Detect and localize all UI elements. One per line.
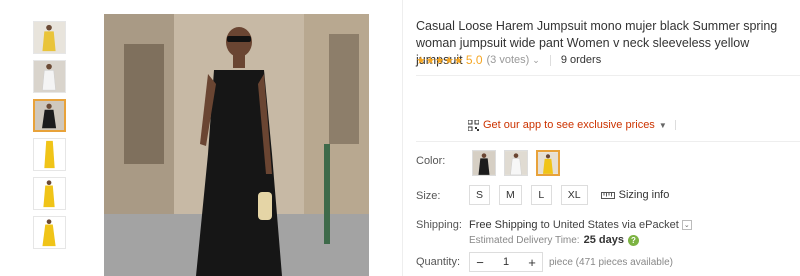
swatch-image: [505, 151, 527, 175]
delivery-time: Estimated Delivery Time: 25 days ?: [469, 234, 639, 246]
shipping-to-text: to: [540, 219, 550, 231]
quantity-stepper: − 1 +: [469, 252, 543, 272]
help-icon[interactable]: ?: [627, 234, 639, 246]
rating-row: ★★★★★ 5.0 (3 votes) ⌄ 9 orders: [416, 53, 601, 67]
divider: [416, 75, 800, 76]
decrease-quantity-button[interactable]: −: [470, 253, 490, 271]
orders-count: 9 orders: [560, 54, 602, 66]
size-option-s[interactable]: S: [469, 185, 491, 205]
panel-divider: [402, 0, 403, 276]
swatch-image: [473, 151, 495, 175]
sizing-info-link[interactable]: Sizing info: [600, 189, 670, 201]
separator: [674, 120, 676, 130]
delivery-days: 25 days: [583, 234, 624, 246]
main-product-image[interactable]: [104, 14, 369, 276]
size-options: S M L XL Sizing info: [469, 185, 669, 205]
thumbnail-image: [34, 61, 65, 92]
color-option-white[interactable]: [504, 150, 528, 176]
swatch-image: [538, 152, 558, 174]
divider: [416, 141, 800, 142]
caret-down-icon: ▼: [658, 120, 667, 130]
thumbnail-image: [34, 22, 65, 53]
shipping-label: Shipping:: [416, 219, 462, 231]
ruler-icon: [600, 191, 619, 199]
thumbnail-list: [0, 0, 100, 276]
app-promo-link[interactable]: Get our app to see exclusive prices ▼: [468, 119, 676, 131]
rating-stars-icon: ★★★★★: [416, 54, 463, 67]
separator: [549, 54, 551, 66]
delivery-label: Estimated Delivery Time:: [469, 234, 580, 246]
thumbnail-6[interactable]: [33, 216, 66, 249]
shipping-country[interactable]: United States: [553, 219, 619, 231]
thumbnail-2[interactable]: [33, 60, 66, 93]
increase-quantity-button[interactable]: +: [522, 253, 542, 271]
thumbnail-image: [35, 101, 64, 130]
color-option-black[interactable]: [472, 150, 496, 176]
shipping-method[interactable]: via ePacket: [622, 219, 679, 231]
thumbnail-image: [34, 139, 65, 170]
size-label: Size:: [416, 190, 441, 202]
qr-code-icon: [468, 119, 479, 131]
product-info-panel: Casual Loose Harem Jumpsuit mono mujer b…: [416, 0, 800, 276]
thumbnail-3[interactable]: [33, 99, 66, 132]
votes-link[interactable]: (3 votes): [487, 54, 530, 66]
color-swatches: [472, 150, 560, 176]
chevron-down-icon[interactable]: ⌄: [681, 220, 692, 230]
thumbnail-1[interactable]: [33, 21, 66, 54]
quantity-label: Quantity:: [416, 256, 461, 268]
size-option-xl[interactable]: XL: [560, 185, 588, 205]
sizing-info-text: Sizing info: [618, 189, 670, 201]
thumbnail-5[interactable]: [33, 177, 66, 210]
quantity-input[interactable]: 1: [490, 256, 522, 268]
color-label: Color:: [416, 155, 446, 167]
chevron-down-icon[interactable]: ⌄: [532, 55, 540, 66]
rating-score: 5.0: [465, 53, 483, 67]
quantity-control: − 1 + piece (471 pieces available): [469, 252, 673, 272]
size-option-l[interactable]: L: [530, 185, 552, 205]
app-promo-text: Get our app to see exclusive prices: [483, 119, 655, 131]
color-option-yellow[interactable]: [536, 150, 560, 176]
quantity-availability: piece (471 pieces available): [549, 256, 673, 268]
shipping-info: Free Shipping to United States via ePack…: [469, 219, 692, 231]
thumbnail-image: [34, 178, 65, 209]
thumbnail-image: [34, 217, 65, 248]
size-option-m[interactable]: M: [499, 185, 522, 205]
free-shipping-text: Free Shipping: [469, 219, 538, 231]
thumbnail-4[interactable]: [33, 138, 66, 171]
product-photo: [104, 14, 369, 276]
